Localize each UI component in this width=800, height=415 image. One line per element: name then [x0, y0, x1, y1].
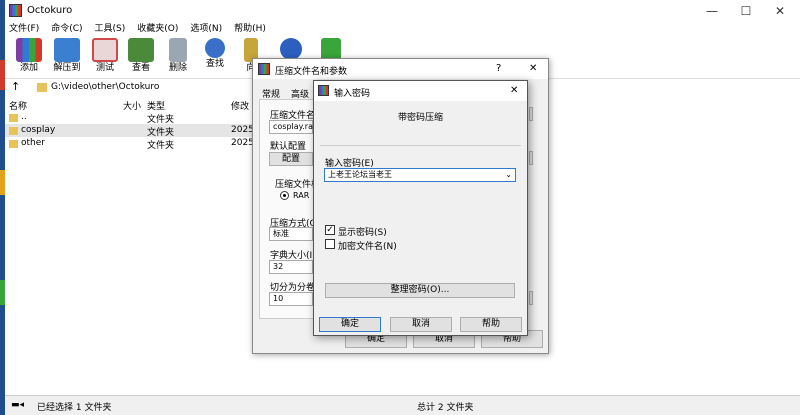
encrypt-filenames-label: 加密文件名(N): [338, 242, 397, 252]
menu-options[interactable]: 选项(N): [190, 22, 222, 36]
menu-help[interactable]: 帮助(H): [234, 22, 266, 36]
extract-folder-icon: [54, 38, 80, 62]
chevron-down-icon[interactable]: ⌄: [505, 169, 512, 181]
compression-method-select[interactable]: 标准: [269, 227, 313, 241]
dialog-side-control: [529, 291, 533, 305]
format-rar-label: RAR: [293, 191, 310, 200]
dialog-close-button[interactable]: ✕: [529, 63, 537, 74]
dialog-side-control: [529, 151, 533, 165]
add-icon: [16, 38, 42, 62]
view-button[interactable]: 查看: [123, 36, 159, 78]
item-type: 文件夹: [147, 141, 175, 151]
dialog-title: 压缩文件名和参数: [275, 67, 348, 77]
organize-passwords-button[interactable]: 整理密码(O)...: [325, 283, 515, 298]
item-name: other: [21, 138, 45, 148]
menu-favorites[interactable]: 收藏夹(O): [137, 22, 178, 36]
menu-tools[interactable]: 工具(S): [95, 22, 126, 36]
help-button[interactable]: 帮助: [460, 317, 522, 332]
view-book-icon: [128, 38, 154, 62]
list-item[interactable]: other 文件夹 2025/: [5, 137, 260, 151]
dialog-side-control: [529, 107, 533, 121]
add-button[interactable]: 添加: [11, 36, 47, 78]
extract-to-button[interactable]: 解压到: [49, 36, 85, 78]
title-bar: Octokuro — ☐ ✕: [5, 0, 800, 22]
folder-icon: [37, 83, 47, 92]
folder-icon: [9, 114, 18, 122]
password-input[interactable]: 上老王论坛当老王 ⌄: [324, 168, 516, 182]
delete-label: 删除: [168, 63, 187, 73]
minimize-button[interactable]: —: [695, 0, 729, 22]
winrar-app-icon: [9, 4, 22, 17]
dialog-heading: 带密码压缩: [397, 113, 443, 123]
file-list-header: 名称 大小 类型 修改: [5, 97, 260, 112]
view-label: 查看: [131, 63, 150, 73]
list-item[interactable]: cosplay 文件夹 2025/: [5, 124, 260, 138]
maximize-button[interactable]: ☐: [729, 0, 763, 22]
profile-button[interactable]: 配置: [269, 152, 313, 166]
item-name: cosplay: [21, 125, 56, 135]
archive-name-input[interactable]: cosplay.rar: [269, 120, 316, 134]
magnifier-icon: [205, 38, 225, 58]
menu-bar: 文件(F) 命令(C) 工具(S) 收藏夹(O) 选项(N) 帮助(H): [5, 22, 800, 36]
dialog-title-bar: 压缩文件名和参数 ? ✕: [253, 59, 548, 79]
winrar-app-icon: [258, 63, 270, 75]
add-label: 添加: [19, 63, 38, 73]
up-arrow-icon[interactable]: ↑: [11, 80, 20, 93]
test-icon: [92, 38, 118, 62]
default-profile-label: 默认配置: [270, 142, 307, 152]
menu-file[interactable]: 文件(F): [9, 22, 39, 36]
folder-icon: [9, 140, 18, 148]
find-label: 查找: [205, 59, 224, 69]
window-title: Octokuro: [27, 5, 73, 16]
extract-to-label: 解压到: [53, 63, 81, 73]
dialog-close-button[interactable]: ✕: [510, 85, 518, 96]
address-path[interactable]: G:\video\other\Octokuro: [51, 82, 159, 92]
split-volume-input[interactable]: 10: [269, 292, 313, 306]
drive-icon: ▬◂: [11, 400, 25, 410]
dialog-title-bar: 输入密码 ✕: [314, 81, 527, 101]
folder-icon: [9, 127, 18, 135]
item-name: ..: [21, 112, 27, 122]
encrypt-filenames-checkbox[interactable]: [325, 239, 335, 249]
status-bar: ▬◂ 已经选择 1 文件夹 总计 2 文件夹: [5, 395, 800, 415]
separator: [320, 145, 521, 146]
status-selected: 已经选择 1 文件夹: [37, 403, 112, 413]
status-total: 总计 2 文件夹: [417, 403, 474, 413]
test-label: 测试: [95, 63, 114, 73]
dictionary-size-select[interactable]: 32: [269, 260, 313, 274]
close-button[interactable]: ✕: [763, 0, 797, 22]
show-password-label: 显示密码(S): [338, 228, 387, 238]
trash-icon: [169, 38, 187, 62]
show-password-checkbox[interactable]: ✓: [325, 225, 335, 235]
format-rar-radio[interactable]: [280, 191, 289, 200]
ok-button[interactable]: 确定: [319, 317, 381, 332]
dialog-title: 输入密码: [334, 89, 371, 99]
password-value: 上老王论坛当老王: [328, 170, 392, 179]
menu-command[interactable]: 命令(C): [51, 22, 82, 36]
list-item[interactable]: .. 文件夹: [5, 111, 260, 125]
winrar-app-icon: [318, 85, 329, 96]
info-icon: [280, 38, 302, 60]
find-button[interactable]: 查找: [197, 36, 233, 78]
help-question-button[interactable]: ?: [496, 63, 501, 74]
delete-button[interactable]: 删除: [160, 36, 196, 78]
test-button[interactable]: 测试: [87, 36, 123, 78]
cancel-button[interactable]: 取消: [390, 317, 452, 332]
enter-password-dialog: 输入密码 ✕ 带密码压缩 输入密码(E) 上老王论坛当老王 ⌄ ✓ 显示密码(S…: [313, 80, 528, 336]
